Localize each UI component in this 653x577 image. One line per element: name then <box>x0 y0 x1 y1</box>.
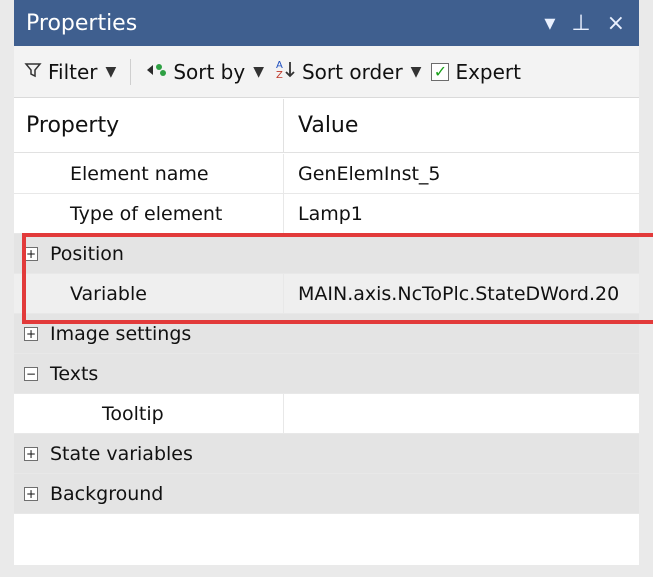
sort-by-button[interactable]: Sort by ▼ <box>145 60 264 84</box>
panel-menu-icon[interactable]: ▾ <box>544 11 555 36</box>
toolbar: Filter ▼ Sort by ▼ A Z Sort order ▼ ✓ Ex… <box>14 46 639 98</box>
filter-icon <box>24 60 42 84</box>
property-value[interactable]: MAIN.axis.NcToPlc.StateDWord.20 <box>284 274 639 313</box>
property-grid-rows: Element name GenElemInst_5 Type of eleme… <box>14 154 639 514</box>
sort-order-icon: A Z <box>274 58 296 85</box>
header-property[interactable]: Property <box>14 99 284 152</box>
expert-toggle[interactable]: ✓ Expert <box>431 60 521 84</box>
properties-panel: Properties ▾ ⊥ × Filter ▼ Sort by ▼ A Z … <box>0 0 653 577</box>
table-row[interactable]: Variable MAIN.axis.NcToPlc.StateDWord.20 <box>14 274 639 314</box>
property-name: Type of element <box>14 194 284 233</box>
expand-icon[interactable]: + <box>24 246 38 261</box>
table-row[interactable]: Element name GenElemInst_5 <box>14 154 639 194</box>
table-row[interactable]: Tooltip <box>14 394 639 434</box>
category-name: + Background <box>24 482 164 505</box>
category-value <box>284 474 639 513</box>
category-value <box>284 354 639 393</box>
expand-icon[interactable]: + <box>24 446 38 461</box>
category-row[interactable]: − Texts <box>14 354 639 394</box>
sort-order-label: Sort order <box>301 59 403 84</box>
chevron-down-icon: ▼ <box>253 63 264 80</box>
sort-by-icon <box>145 60 167 84</box>
pin-icon[interactable]: ⊥ <box>571 11 590 36</box>
category-value <box>284 234 639 273</box>
table-row[interactable]: Type of element Lamp1 <box>14 194 639 234</box>
close-icon[interactable]: × <box>607 11 625 36</box>
expand-icon[interactable]: + <box>24 486 38 501</box>
expand-icon[interactable]: + <box>24 326 38 341</box>
svg-text:Z: Z <box>276 70 283 80</box>
category-value <box>284 434 639 473</box>
expert-checkbox[interactable]: ✓ <box>431 62 450 81</box>
property-name: Variable <box>14 274 284 313</box>
expert-label: Expert <box>455 59 521 84</box>
property-name: Tooltip <box>14 394 284 433</box>
chevron-down-icon: ▼ <box>105 63 117 80</box>
category-row[interactable]: + State variables <box>14 434 639 474</box>
category-name: + Position <box>24 242 124 265</box>
toolbar-separator <box>130 58 132 85</box>
header-value[interactable]: Value <box>284 99 639 152</box>
sort-order-button[interactable]: A Z Sort order ▼ <box>274 58 421 85</box>
title-bar: Properties ▾ ⊥ × <box>14 0 639 46</box>
filter-button[interactable]: Filter ▼ <box>24 60 116 84</box>
grid-header: Property Value <box>14 99 639 153</box>
category-row[interactable]: + Image settings <box>14 314 639 354</box>
property-name: Element name <box>14 154 284 193</box>
chevron-down-icon: ▼ <box>410 63 422 80</box>
panel-title: Properties <box>26 10 138 36</box>
title-controls: ▾ ⊥ × <box>544 11 639 36</box>
filter-label: Filter <box>48 59 98 84</box>
property-value[interactable] <box>284 394 639 433</box>
property-value[interactable]: GenElemInst_5 <box>284 154 639 193</box>
collapse-icon[interactable]: − <box>24 366 38 381</box>
grid-empty-area <box>14 534 639 565</box>
property-value[interactable]: Lamp1 <box>284 194 639 233</box>
category-name: + State variables <box>24 442 193 465</box>
sort-by-label: Sort by <box>173 59 246 84</box>
category-name: + Image settings <box>24 322 192 345</box>
category-value <box>284 314 639 353</box>
category-row[interactable]: + Background <box>14 474 639 514</box>
category-name: − Texts <box>24 362 99 385</box>
category-row[interactable]: + Position <box>14 234 639 274</box>
